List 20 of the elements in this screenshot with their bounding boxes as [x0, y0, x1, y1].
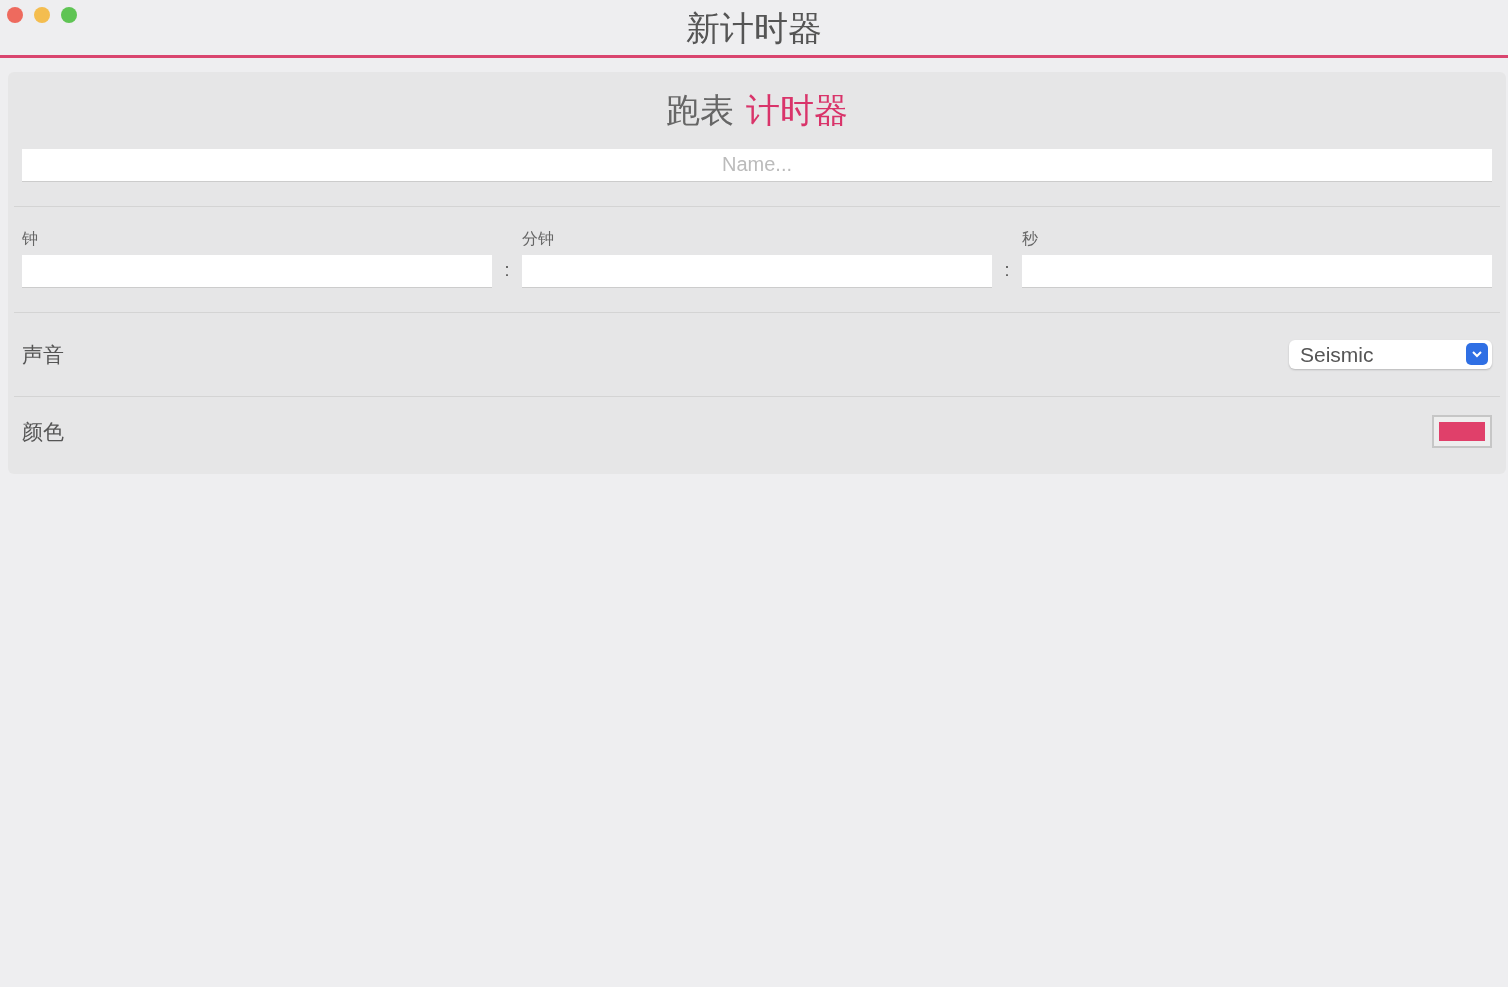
time-field[interactable]	[22, 254, 492, 288]
sound-label: 声音	[22, 341, 64, 368]
time-separator: :	[1003, 258, 1011, 282]
zoom-button[interactable]	[61, 7, 77, 23]
mode-option[interactable]: 跑表	[666, 90, 734, 131]
time-field[interactable]	[522, 254, 992, 288]
time-label: 分钟	[522, 228, 554, 249]
mode-option[interactable]: 计时器	[746, 90, 848, 131]
time-label: 钟	[22, 228, 38, 249]
time-separator: :	[503, 258, 511, 282]
close-button[interactable]	[7, 7, 23, 23]
time-label: 秒	[1022, 228, 1038, 249]
minimize-button[interactable]	[34, 7, 50, 23]
sound-dropdown[interactable]: Seismic	[1289, 339, 1492, 369]
window-title: 新计时器	[686, 10, 822, 45]
color-label: 颜色	[22, 418, 64, 445]
name-field[interactable]: Name...	[22, 148, 1492, 182]
chevron-icon	[1466, 343, 1488, 366]
color-well[interactable]	[1432, 414, 1492, 448]
time-field[interactable]	[1022, 254, 1492, 288]
